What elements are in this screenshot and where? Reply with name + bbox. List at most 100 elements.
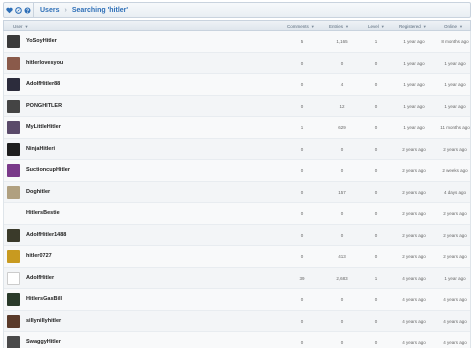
table-row[interactable]: SwaggyHitler 0 0 0 4 years ago 4 years ago (4, 332, 470, 348)
help-icon[interactable] (24, 6, 31, 14)
avatar[interactable] (7, 228, 20, 242)
table-row[interactable]: Doghitler 0 157 0 2 years ago 4 days ago (4, 181, 470, 203)
avatar[interactable] (7, 250, 20, 263)
online-time: 2 years ago (443, 254, 467, 259)
level-value: 0 (374, 82, 378, 87)
username-link[interactable]: YoSoyHitler (26, 38, 57, 44)
level-value: 1 (374, 275, 378, 281)
level-value: 0 (374, 254, 378, 259)
sort-icon: ▼ (422, 24, 427, 29)
username-link[interactable]: hitler0727 (26, 253, 52, 259)
level-value: 0 (374, 103, 378, 109)
entries-count: 0 (340, 318, 344, 324)
column-header-user[interactable]: User ▼ (13, 24, 28, 29)
heart-icon[interactable] (6, 7, 13, 14)
level-value: 0 (374, 211, 378, 216)
registered-time: 2 years ago (402, 254, 426, 259)
table-row[interactable]: PONGHITLER 0 12 0 1 year ago 1 year ago (4, 95, 470, 117)
online-time: 2 weeks ago (442, 168, 468, 173)
comments-count: 39 (299, 275, 305, 281)
avatar[interactable] (7, 293, 20, 306)
table-row[interactable]: NinjaHitleri 0 0 0 2 years ago 2 years ago (4, 138, 470, 160)
entries-count: 12 (339, 103, 345, 109)
username-link[interactable]: HitlersGasBill (26, 296, 62, 302)
comments-count: 5 (300, 39, 304, 44)
avatar[interactable] (7, 164, 20, 177)
avatar[interactable] (7, 314, 20, 328)
username-link[interactable]: SwaggyHitler (26, 339, 61, 345)
table-body: YoSoyHitler 5 1,165 1 1 year ago 8 months ago… (3, 31, 471, 348)
username-link[interactable]: Doghitler (26, 189, 50, 195)
registered-time: 4 years ago (402, 275, 426, 281)
online-time: 2 years ago (443, 146, 467, 152)
username-link[interactable]: MyLittleHitler (26, 124, 61, 130)
table-row[interactable]: sillynillyhitler 0 0 0 4 years ago 4 years ag… (4, 310, 470, 332)
online-time: 4 days ago (443, 189, 467, 195)
avatar[interactable] (7, 185, 20, 199)
username-link[interactable]: SuctioncupHitler (26, 167, 70, 173)
entries-count: 0 (340, 340, 344, 345)
avatar[interactable] (7, 78, 20, 91)
registered-time: 4 years ago (402, 318, 426, 324)
avatar[interactable] (7, 142, 20, 156)
registered-time: 1 year ago (403, 103, 425, 109)
table-row[interactable]: HitlersBestie 0 0 0 2 years ago 2 years ago (4, 203, 470, 225)
column-header-level[interactable]: Level ▼ (368, 24, 385, 29)
level-value: 0 (374, 340, 378, 345)
username-link[interactable]: AdolfHitler1488 (26, 232, 66, 238)
level-value: 0 (374, 297, 378, 302)
online-time: 2 years ago (443, 232, 467, 238)
breadcrumb-separator: › (64, 6, 67, 14)
table-row[interactable]: AdolfHitler88 0 4 0 1 year ago 1 year ago (4, 74, 470, 96)
compass-icon[interactable] (15, 6, 22, 14)
online-time: 2 years ago (443, 211, 467, 216)
table-row[interactable]: hitlerlovesyou 0 0 0 1 year ago 1 year ago (4, 52, 470, 74)
avatar[interactable] (7, 99, 20, 113)
avatar[interactable] (7, 271, 20, 285)
table-row[interactable]: SuctioncupHitler 0 0 0 2 years ago 2 weeks ag… (4, 160, 470, 182)
breadcrumb-root[interactable]: Users (40, 7, 59, 14)
column-header-comments[interactable]: Comments ▼ (287, 24, 315, 29)
table-row[interactable]: YoSoyHitler 5 1,165 1 1 year ago 8 months ago (4, 31, 470, 53)
username-link[interactable]: PONGHITLER (26, 103, 62, 109)
username-link[interactable]: NinjaHitleri (26, 146, 55, 152)
avatar[interactable] (7, 336, 20, 348)
table-row[interactable]: MyLittleHitler 1 629 0 1 year ago 11 months a… (4, 117, 470, 139)
avatar[interactable] (7, 35, 20, 48)
column-header-online[interactable]: Online ▼ (444, 24, 463, 29)
sort-icon: ▼ (345, 24, 349, 29)
username-link[interactable]: hitlerlovesyou (26, 60, 63, 66)
entries-count: 413 (338, 254, 346, 259)
table-row[interactable]: HitlersGasBill 0 0 0 4 years ago 4 years ago (4, 289, 470, 311)
entries-count: 2,683 (336, 275, 348, 281)
registered-time: 1 year ago (403, 60, 425, 66)
entries-count: 0 (340, 146, 344, 152)
column-header-entries[interactable]: Entries ▼ (329, 24, 349, 29)
table-row[interactable]: hitler0727 0 413 0 2 years ago 2 years ago (4, 246, 470, 268)
level-value: 0 (374, 146, 378, 152)
registered-time: 2 years ago (402, 146, 426, 152)
comments-count: 0 (300, 189, 304, 195)
username-link[interactable]: AdolfHitler (26, 275, 54, 281)
sort-icon: ▼ (24, 24, 29, 29)
username-link[interactable]: sillynillyhitler (26, 318, 61, 324)
entries-count: 0 (340, 60, 344, 66)
sort-icon: ▼ (459, 24, 463, 29)
avatar[interactable] (7, 56, 20, 70)
registered-time: 1 year ago (403, 39, 425, 44)
level-value: 0 (374, 60, 378, 66)
comments-count: 0 (300, 232, 304, 238)
avatar[interactable] (7, 121, 20, 134)
toolbar-icons (4, 3, 34, 17)
online-time: 1 year ago (444, 103, 466, 109)
column-header-registered[interactable]: Registered ▼ (399, 24, 427, 29)
online-time: 1 year ago (444, 60, 466, 66)
table-row[interactable]: AdolfHitler 39 2,683 1 4 years ago 1 year ago (4, 267, 470, 289)
username-link[interactable]: HitlersBestie (26, 210, 60, 216)
level-value: 0 (374, 232, 378, 238)
registered-time: 1 year ago (403, 125, 425, 130)
table-row[interactable]: AdolfHitler1488 0 0 0 2 years ago 2 years ago (4, 224, 470, 246)
users-table: User ▼ Comments ▼ Entries ▼ Level ▼ Register… (3, 20, 471, 348)
username-link[interactable]: AdolfHitler88 (26, 81, 60, 87)
online-time: 1 year ago (444, 82, 466, 87)
